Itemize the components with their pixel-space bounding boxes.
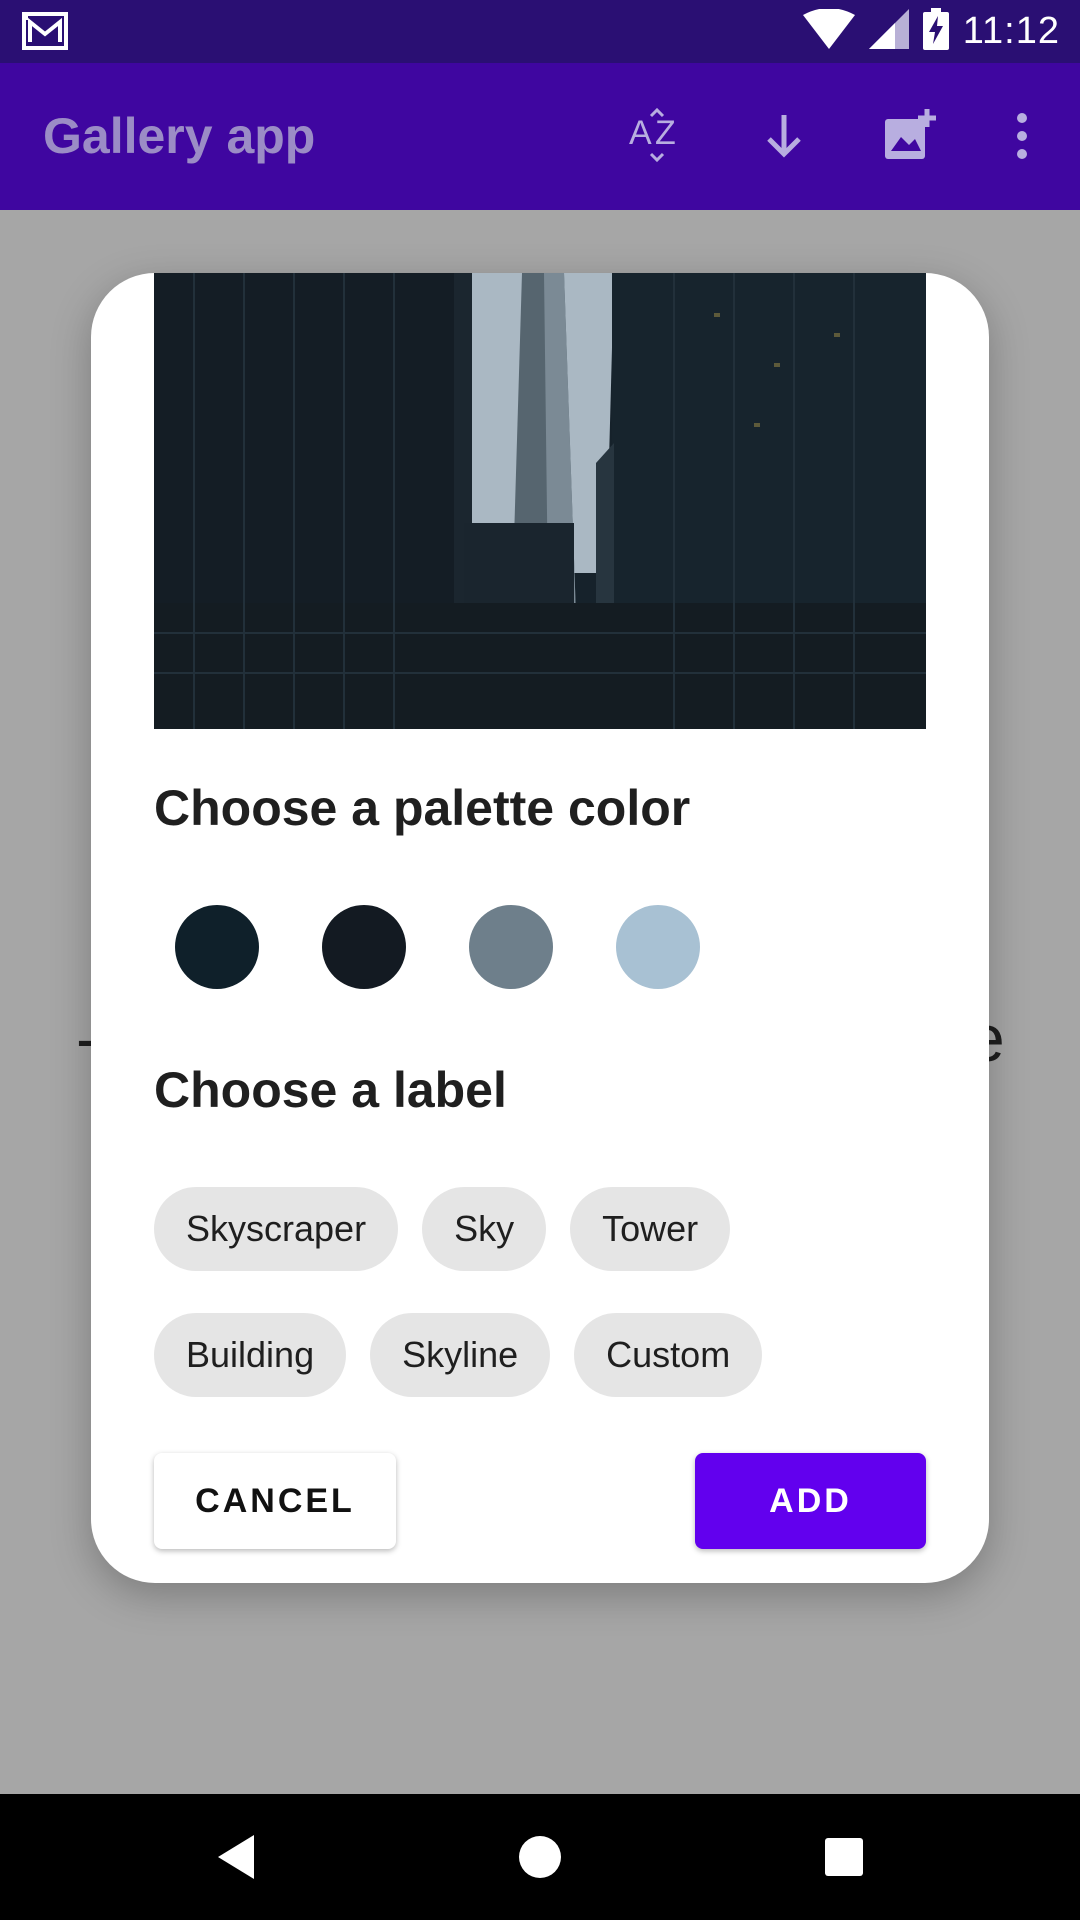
gmail-icon [22,12,70,57]
more-vert-icon[interactable] [992,106,1052,166]
chip-skyline[interactable]: Skyline [370,1313,551,1397]
chip-skyscraper[interactable]: Skyscraper [154,1187,399,1271]
selected-photo [154,273,926,729]
chip-tower[interactable]: Tower [570,1187,731,1271]
status-time: 11:12 [962,10,1060,52]
palette-swatch[interactable] [322,905,406,989]
back-icon[interactable] [206,1827,266,1887]
sort-az-icon[interactable]: A Z [627,106,687,166]
download-icon[interactable] [754,106,814,166]
palette-swatch[interactable] [616,905,700,989]
chip-sky[interactable]: Sky [422,1187,547,1271]
palette-section-title: Choose a palette color [154,780,691,836]
signal-icon [868,9,909,54]
chip-building[interactable]: Building [154,1313,347,1397]
label-section-title: Choose a label [154,1062,507,1118]
home-icon[interactable] [510,1827,570,1887]
palette-swatch[interactable] [175,905,259,989]
app-title: Gallery app [43,108,316,164]
navigation-bar [0,1794,1080,1920]
label-chips-row: Skyscraper Sky Tower [154,1187,731,1271]
wifi-icon [802,8,855,54]
battery-charging-icon [922,8,949,55]
recents-icon[interactable] [814,1827,874,1887]
app-bar: Gallery app A Z [0,63,1080,210]
svg-text:Z: Z [655,114,676,152]
chip-custom[interactable]: Custom [574,1313,763,1397]
label-chips-row: Building Skyline Custom [154,1313,763,1397]
add-button[interactable]: ADD [695,1453,926,1549]
status-bar: 11:12 [0,0,1080,63]
svg-text:A: A [629,114,652,152]
add-label-dialog: Choose a palette color Choose a label Sk… [91,273,989,1583]
palette-swatch[interactable] [469,905,553,989]
palette-swatches [175,905,700,989]
add-photo-icon[interactable] [880,106,940,166]
cancel-button[interactable]: CANCEL [154,1453,396,1549]
